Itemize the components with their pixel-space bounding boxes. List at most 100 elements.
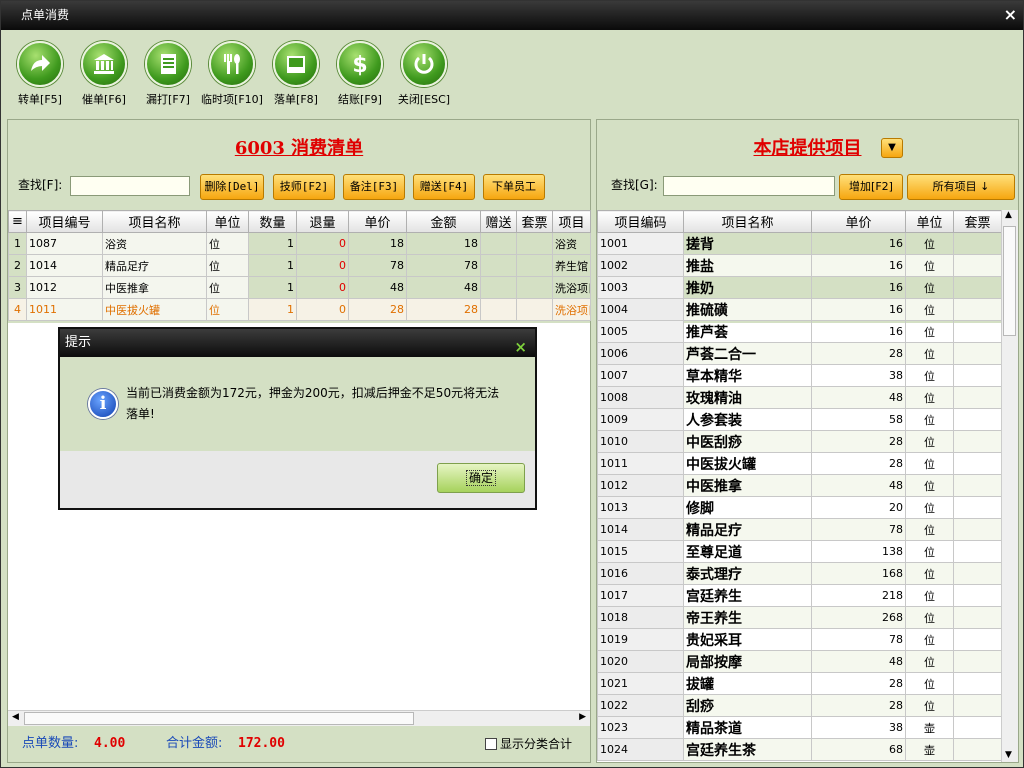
dialog-message: 当前已消费金额为172元，押金为200元，扣减后押金不足50元将无法落单! [126,386,500,421]
table-cell: 78 [348,254,407,277]
horizontal-scrollbar[interactable]: ◀ ▶ [8,710,590,726]
table-cell [953,430,1002,453]
ok-button-label: 确定 [465,470,496,486]
scroll-thumb[interactable] [1003,226,1016,336]
table-row[interactable]: 1017 宫廷养生 218 位 [597,584,1002,607]
table-cell: 位 [905,364,954,387]
table-cell: 16 [811,254,906,277]
table-cell: 48 [348,276,407,299]
table-cell: 28 [811,672,906,695]
table-row[interactable]: 1019 贵妃采耳 78 位 [597,628,1002,651]
table-cell: 位 [905,342,954,365]
transfer-order-button[interactable]: 转单[F5] [8,41,72,107]
table-row[interactable]: 1010 中医刮痧 28 位 [597,430,1002,453]
total-label: 合计金额: [166,736,223,751]
table-cell: 1015 [597,540,684,563]
checkout-button[interactable]: $ 结账[F9] [328,41,392,107]
vertical-scrollbar[interactable]: ▲ ▼ [1001,210,1018,762]
table-row[interactable]: 1011 中医拔火罐 28 位 [597,452,1002,475]
technician-button[interactable]: 技师[F2] [273,174,335,200]
table-cell: 0 [296,254,349,277]
order-staff-button[interactable]: 下单员工 [483,174,545,200]
table-row[interactable]: 1009 人参套装 58 位 [597,408,1002,431]
table-row[interactable]: 1020 局部按摩 48 位 [597,650,1002,673]
table-cell: 1014 [26,254,103,277]
table-cell [953,628,1002,651]
column-header[interactable]: 项目编号 [26,210,103,233]
table-row[interactable]: 1001 搓背 16 位 [597,232,1002,255]
table-row[interactable]: 1012 中医推拿 48 位 [597,474,1002,497]
table-cell: 1012 [26,276,103,299]
table-row[interactable]: 1006 芦荟二合一 28 位 [597,342,1002,365]
table-row[interactable]: 1014 精品足疗 78 位 [597,518,1002,541]
ok-button[interactable]: 确定 [437,463,525,493]
table-cell [953,364,1002,387]
table-cell [953,386,1002,409]
column-header[interactable]: 项目编码 [597,210,684,233]
table-row[interactable]: 2 1014 精品足疗位 1 0 78 78 养生馆 [8,254,591,277]
column-header[interactable]: 单位 [905,210,954,233]
table-row[interactable]: 31012中医推拿位104848洗浴项目 [8,276,591,299]
column-header[interactable]: 赠送 [480,210,517,233]
column-header[interactable]: 项目名称 [683,210,812,233]
table-row[interactable]: 1016 泰式理疗 168 位 [597,562,1002,585]
delete-button[interactable]: 删除[Del] [200,174,264,200]
table-row[interactable]: 1023 精品茶道 38 壶 [597,716,1002,739]
urge-order-button[interactable]: 催单[F6] [72,41,136,107]
table-row[interactable]: 1008 玫瑰精油 48 位 [597,386,1002,409]
column-header[interactable]: 单位 [206,210,249,233]
table-row[interactable]: 1018 帝王养生 268 位 [597,606,1002,629]
table-row[interactable]: 1007 草本精华 38 位 [597,364,1002,387]
consumption-search-input[interactable] [70,176,190,196]
close-button[interactable]: 关闭[ESC] [392,41,456,107]
table-row[interactable]: 1022 刮痧 28 位 [597,694,1002,717]
column-header[interactable]: 退量 [296,210,349,233]
column-header[interactable]: 单价 [811,210,906,233]
table-row[interactable]: 1024 宫廷养生茶 68 壶 [597,738,1002,761]
column-header[interactable]: 金额 [406,210,481,233]
category-total-checkbox[interactable] [485,738,497,750]
store-items-title-text: 本店提供项目 [753,138,862,159]
table-cell: 3 [8,276,27,299]
item-filter-dropdown[interactable]: 所有项目 ↓ [907,174,1015,200]
scroll-down-arrow-icon[interactable]: ▼ [1005,750,1012,760]
table-row[interactable]: 1021 拔罐 28 位 [597,672,1002,695]
table-cell [953,540,1002,563]
gift-button[interactable]: 赠送[F4] [413,174,475,200]
scroll-thumb[interactable] [24,712,414,725]
close-window-button[interactable]: × [1004,5,1017,25]
table-row[interactable]: 1003 推奶 16 位 [597,276,1002,299]
table-row[interactable]: 1005 推芦荟 16 位 [597,320,1002,343]
column-header[interactable]: ≡ [8,210,27,233]
table-cell: 1 [248,232,297,255]
total-value: 172.00 [238,736,285,751]
scroll-right-arrow-icon[interactable]: ▶ [579,712,586,722]
column-header[interactable]: 套票 [516,210,553,233]
item-search-input[interactable] [663,176,835,196]
count-label: 点单数量: [22,736,79,751]
scroll-up-arrow-icon[interactable]: ▲ [1005,210,1012,220]
remark-button[interactable]: 备注[F3] [343,174,405,200]
table-header: 项目编码 项目名称 单价 单位 套票 [597,210,1002,233]
table-row[interactable]: 1 1087 浴资位 1 0 18 18 浴资 [8,232,591,255]
column-header[interactable]: 套票 [953,210,1002,233]
table-row[interactable]: 1013 修脚 20 位 [597,496,1002,519]
column-header[interactable]: 单价 [348,210,407,233]
table-cell: 位 [905,562,954,585]
add-item-button[interactable]: 增加[F2] [839,174,903,200]
column-header[interactable]: 项目名称 [102,210,207,233]
table-row[interactable]: 1002 推盐 16 位 [597,254,1002,277]
temporary-item-button[interactable]: 临时项[F10] [200,41,264,107]
column-header[interactable]: 项目 [552,210,591,233]
table-row[interactable]: 41011中医拔火罐位102828洗浴项目 [8,298,591,321]
table-row[interactable]: 1015 至尊足道 138 位 [597,540,1002,563]
table-cell: 48 [811,474,906,497]
table-cell: 修脚 [683,496,812,519]
title-dropdown-button[interactable]: ▼ [881,138,903,158]
place-order-button[interactable]: 落单[F8] [264,41,328,107]
scroll-left-arrow-icon[interactable]: ◀ [12,712,19,722]
table-row[interactable]: 1004 推硫磺 16 位 [597,298,1002,321]
table-cell: 位 [905,650,954,673]
column-header[interactable]: 数量 [248,210,297,233]
reprint-button[interactable]: 漏打[F7] [136,41,200,107]
